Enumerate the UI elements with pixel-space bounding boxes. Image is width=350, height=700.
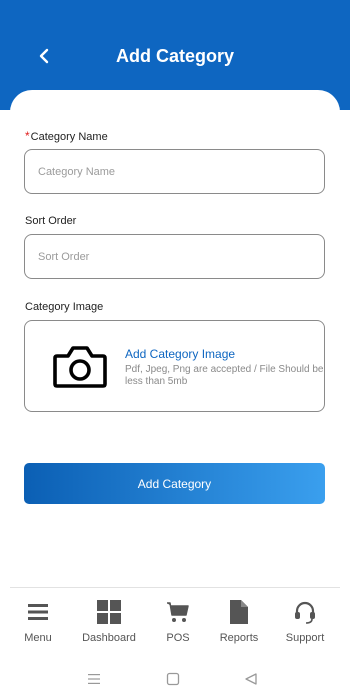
page-title: Add Category <box>115 46 234 66</box>
required-mark: * <box>25 129 30 143</box>
nav-item-dashboard[interactable]: Dashboard <box>77 600 141 644</box>
nav-item-support[interactable]: Support <box>273 600 337 644</box>
nav-label-support: Support <box>285 632 325 644</box>
system-nav-bar <box>0 664 350 700</box>
sort-order-label: Sort Order <box>25 215 77 227</box>
nav-item-pos[interactable]: POS <box>146 600 210 644</box>
headset-icon <box>295 601 315 624</box>
back-triangle-icon[interactable] <box>244 672 258 686</box>
category-image-label: Category Image <box>25 301 104 313</box>
nav-label-reports: Reports <box>219 632 259 644</box>
nav-divider <box>10 587 340 588</box>
nav-label-dashboard: Dashboard <box>82 632 136 644</box>
nav-label-pos: POS <box>166 632 190 644</box>
recents-icon[interactable] <box>87 672 101 686</box>
hamburger-menu-icon <box>28 604 48 620</box>
nav-label-menu: Menu <box>24 632 52 644</box>
category-name-label: *Category Name <box>25 129 108 143</box>
nav-item-reports[interactable]: Reports <box>207 600 271 644</box>
category-name-input[interactable] <box>24 149 325 194</box>
document-icon <box>230 600 248 624</box>
sort-order-input[interactable] <box>24 234 325 279</box>
image-upload-area[interactable]: Add Category Image Pdf, Jpeg, Png are ac… <box>24 320 325 412</box>
cart-icon <box>167 602 189 622</box>
dashboard-grid-icon <box>97 600 121 624</box>
home-icon[interactable] <box>166 672 180 686</box>
upload-title: Add Category Image <box>125 347 236 361</box>
upload-hint: Pdf, Jpeg, Png are accepted / File Shoul… <box>125 364 324 387</box>
camera-icon <box>53 346 107 388</box>
add-category-button[interactable]: Add Category <box>24 463 325 504</box>
nav-item-menu[interactable]: Menu <box>6 600 70 644</box>
